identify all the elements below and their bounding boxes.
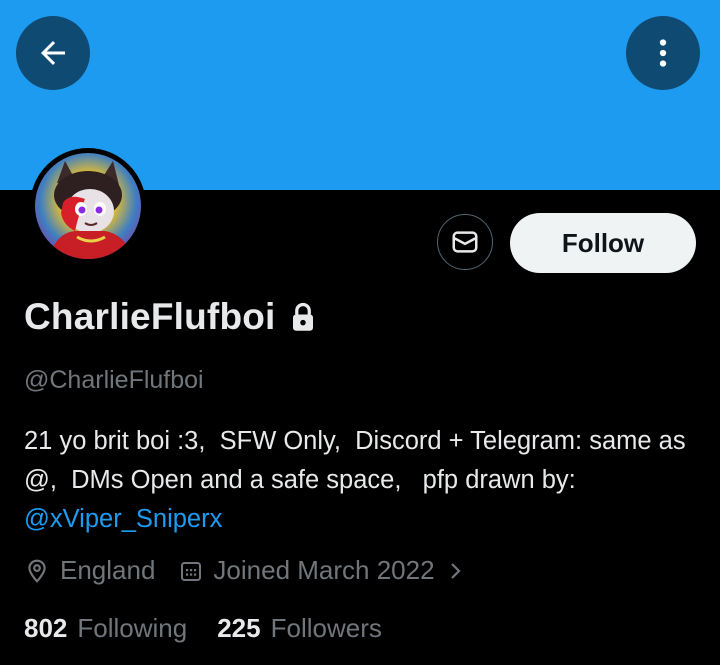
location-item: England [24, 555, 155, 586]
followers-stat[interactable]: 225 Followers [217, 613, 382, 644]
lock-icon [292, 302, 313, 331]
back-button[interactable] [16, 16, 90, 90]
following-label: Following [77, 613, 188, 643]
profile-stats: 802 Following 225 Followers [24, 613, 382, 644]
display-name: CharlieFlufboi [24, 296, 276, 337]
mail-icon [452, 231, 478, 253]
joined-item[interactable]: Joined March 2022 [179, 555, 464, 586]
avatar[interactable] [30, 148, 146, 264]
profile-meta: England Joined March 2022 [24, 555, 465, 586]
following-stat[interactable]: 802 Following [24, 613, 187, 644]
arrow-left-icon [41, 41, 65, 65]
bio-text: 21 yo brit boi :3, SFW Only, Discord + T… [24, 427, 693, 494]
more-options-button[interactable] [626, 16, 700, 90]
follow-button[interactable]: Follow [510, 213, 696, 273]
more-vertical-icon [659, 39, 667, 67]
message-button[interactable] [437, 214, 493, 270]
following-count: 802 [24, 613, 68, 643]
avatar-image [35, 153, 141, 259]
followers-count: 225 [217, 613, 261, 643]
calendar-icon [181, 561, 202, 581]
display-name-row: CharlieFlufboi [24, 296, 316, 338]
joined-text: Joined March 2022 [213, 555, 435, 585]
location-text: England [60, 555, 156, 585]
profile-handle: @CharlieFlufboi [24, 366, 204, 394]
bio-mention-link[interactable]: @xViper_Sniperx [24, 505, 222, 533]
profile-bio: 21 yo brit boi :3, SFW Only, Discord + T… [24, 422, 704, 539]
followers-label: Followers [270, 613, 382, 643]
chevron-right-icon [450, 562, 461, 579]
location-pin-icon [28, 559, 46, 583]
